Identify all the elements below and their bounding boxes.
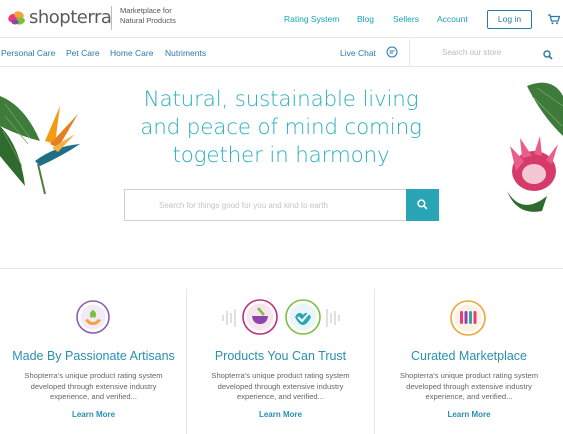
desc-line: experience, and verified... (50, 392, 137, 401)
search-icon (417, 199, 428, 210)
nav-blog[interactable]: Blog (357, 14, 374, 24)
artisan-hands-icon (76, 300, 110, 339)
bird-of-paradise-illustration (0, 86, 85, 201)
hero-line: Natural, sustainable living (143, 87, 419, 112)
cart-icon[interactable] (548, 12, 561, 30)
mortar-icon (242, 299, 278, 340)
feature-description: Shopterra's unique product rating system… (197, 371, 364, 403)
tagline: Marketplace for Natural Products (111, 6, 201, 30)
cat-pet-care[interactable]: Pet Care (66, 48, 100, 58)
feature-title: Curated Marketplace (410, 349, 528, 363)
check-leaf-icon (285, 299, 321, 340)
desc-line: developed through extensive industry (406, 381, 532, 391)
login-button[interactable]: Log in (487, 10, 532, 29)
protea-illustration (502, 76, 563, 221)
desc-line: Shopterra's unique product rating system (211, 371, 350, 380)
chat-icon[interactable] (386, 45, 398, 63)
logo-text: shopterra (29, 7, 112, 28)
hero-line: and peace of mind coming (140, 115, 422, 140)
store-search[interactable]: Search our store (409, 39, 563, 67)
desc-line: developed through extensive industry (30, 381, 157, 391)
hero-search-input[interactable]: Search for things good for you and kind … (159, 201, 328, 210)
desc-line: Shopterra's unique product rating system (24, 371, 163, 380)
feature-curated: Curated Marketplace Shopterra's unique p… (375, 269, 563, 434)
top-header: shopterra Marketplace for Natural Produc… (0, 0, 563, 38)
live-chat-link[interactable]: Live Chat (340, 48, 376, 58)
search-icon[interactable] (543, 47, 553, 65)
feature-description: Shopterra's unique product rating system… (10, 371, 177, 403)
feature-description: Shopterra's unique product rating system… (385, 371, 553, 403)
hero-search[interactable]: Search for things good for you and kind … (124, 189, 439, 221)
desc-line: experience, and verified... (237, 392, 324, 401)
tagline-line: Natural Products (120, 16, 176, 25)
nav-account[interactable]: Account (437, 14, 468, 24)
test-tubes-icon (450, 300, 486, 341)
feature-title: Made By Passionate Artisans (12, 349, 175, 363)
desc-line: experience, and verified... (425, 392, 513, 401)
nav-sellers[interactable]: Sellers (393, 14, 419, 24)
hero-search-button[interactable] (406, 189, 439, 221)
tagline-line: Marketplace for (120, 6, 172, 15)
feature-title: Products You Can Trust (214, 349, 347, 363)
nav-rating-system[interactable]: Rating System (284, 14, 339, 24)
learn-more-link[interactable]: Learn More (375, 410, 563, 419)
learn-more-link[interactable]: Learn More (187, 410, 374, 419)
sound-wave-decoration (219, 297, 343, 342)
desc-line: developed through extensive industry (217, 381, 344, 391)
features-section: Made By Passionate Artisans Shopterra's … (0, 268, 563, 434)
logo[interactable]: shopterra (6, 7, 112, 28)
cat-nutriments[interactable]: Nutriments (165, 48, 206, 58)
logo-icon (6, 9, 28, 27)
feature-trust: Products You Can Trust Shopterra's uniqu… (187, 269, 374, 434)
cat-home-care[interactable]: Home Care (110, 48, 153, 58)
learn-more-link[interactable]: Learn More (0, 410, 187, 419)
desc-line: Shopterra's unique product rating system (399, 371, 539, 380)
feature-artisans: Made By Passionate Artisans Shopterra's … (0, 269, 187, 434)
hero-headline: Natural, sustainable living and peace of… (120, 86, 442, 170)
cat-personal-care[interactable]: Personal Care (1, 48, 55, 58)
store-search-input[interactable]: Search our store (442, 48, 501, 57)
hero-line: together in harmony (172, 143, 390, 168)
